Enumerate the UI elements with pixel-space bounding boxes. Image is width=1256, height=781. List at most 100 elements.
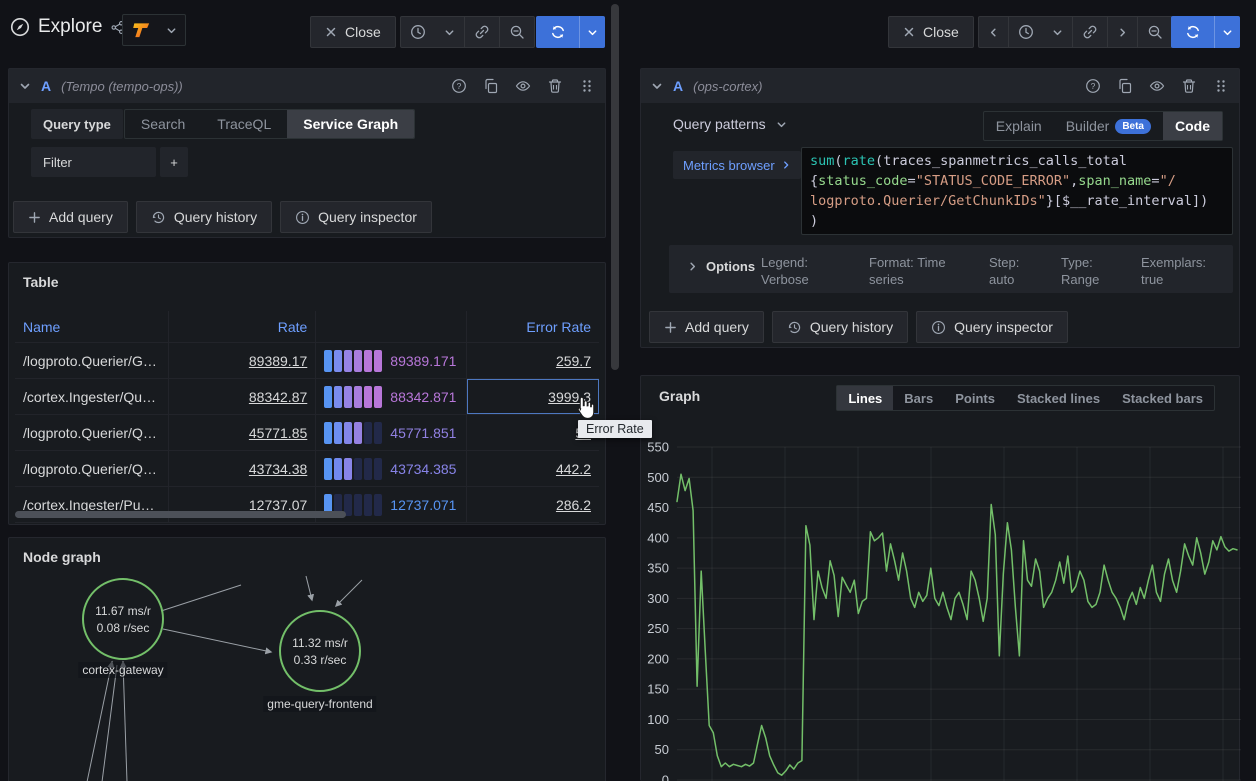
node-gme-query-frontend[interactable]: 11.32 ms/r 0.33 r/sec xyxy=(279,610,361,692)
duplicate-query-icon[interactable] xyxy=(1117,78,1133,94)
time-picker-button[interactable] xyxy=(401,17,435,47)
right-query-row-header: A (ops-cortex) xyxy=(641,69,1239,103)
table-header-row: Name Rate Error Rate xyxy=(15,311,599,343)
time-picker-dropdown[interactable] xyxy=(1043,17,1072,47)
add-filter-button[interactable]: + xyxy=(160,147,188,177)
error-rate-link[interactable]: 3999.3 xyxy=(548,389,591,405)
series-line xyxy=(677,474,1237,775)
node-cortex-gateway[interactable]: 11.67 ms/r 0.08 r/sec xyxy=(82,578,164,660)
code-token: sum xyxy=(810,153,834,169)
column-header-gauge[interactable] xyxy=(316,311,467,342)
column-header-rate[interactable]: Rate xyxy=(169,311,317,342)
refresh-icon[interactable] xyxy=(1171,16,1214,48)
node-graph-panel: Node graph 11.67 ms/r 0.08 r/sec cortex-… xyxy=(8,537,606,781)
drag-query-handle-icon[interactable] xyxy=(1213,78,1229,94)
collapse-query-icon[interactable] xyxy=(651,80,663,92)
time-picker-button[interactable] xyxy=(1009,17,1043,47)
query-type-service-graph[interactable]: Service Graph xyxy=(287,110,414,138)
query-type-traceql[interactable]: TraceQL xyxy=(201,110,287,138)
zoom-out-time-button[interactable] xyxy=(500,17,534,47)
run-interval-dropdown[interactable] xyxy=(579,16,605,48)
page-title: Explore xyxy=(38,16,102,38)
code-token: = xyxy=(908,173,916,189)
cell-name[interactable]: /logproto.Querier/Q… xyxy=(15,451,169,486)
query-patterns-dropdown[interactable]: Query patterns xyxy=(673,116,787,132)
drag-query-handle-icon[interactable] xyxy=(579,78,595,94)
code-token: ] xyxy=(1192,193,1200,209)
gauge-segment xyxy=(334,422,342,444)
column-header-name[interactable]: Name xyxy=(15,311,169,342)
right-query-editor-card: A (ops-cortex) Query patterns Explain Bu… xyxy=(640,68,1240,348)
query-ref-letter[interactable]: A xyxy=(41,78,51,94)
rate-link[interactable]: 43734.38 xyxy=(249,461,307,477)
datasource-picker[interactable] xyxy=(122,14,186,46)
tab-builder[interactable]: Builder Beta xyxy=(1054,112,1163,140)
table-row: /logproto.Querier/G…89389.1789389.171259… xyxy=(15,343,599,379)
close-split-right-button[interactable]: Close xyxy=(888,16,974,48)
query-history-button[interactable]: Query history xyxy=(136,201,272,233)
disable-query-icon[interactable] xyxy=(515,78,531,94)
time-picker-dropdown[interactable] xyxy=(435,17,464,47)
rate-link[interactable]: 45771.85 xyxy=(249,425,307,441)
query-help-icon[interactable] xyxy=(1085,78,1101,94)
y-axis-tick-label: 200 xyxy=(647,651,669,666)
time-series-chart[interactable]: 050100150200250300350400450500550 xyxy=(641,376,1241,781)
cell-name[interactable]: /cortex.Ingester/Qu… xyxy=(15,379,169,414)
tab-explain[interactable]: Explain xyxy=(984,112,1054,140)
error-rate-link[interactable]: 442.2 xyxy=(556,461,591,477)
table-panel-title: Table xyxy=(23,274,59,290)
promql-code-editor[interactable]: sum(rate(traces_spanmetrics_calls_total{… xyxy=(801,147,1233,235)
disable-query-icon[interactable] xyxy=(1149,78,1165,94)
copy-shortened-link-button[interactable] xyxy=(1073,17,1107,47)
gauge-segment xyxy=(364,458,372,480)
error-rate-link[interactable]: 286.2 xyxy=(556,497,591,513)
gauge-segment xyxy=(374,386,382,408)
remove-query-icon[interactable] xyxy=(547,78,563,94)
left-query-row-header: A (Tempo (tempo-ops)) xyxy=(9,69,605,103)
left-pane-scrollbar[interactable] xyxy=(611,4,619,370)
gauge-segment xyxy=(344,458,352,480)
close-split-left-button[interactable]: Close xyxy=(310,16,396,48)
shift-time-forward-button[interactable] xyxy=(1108,17,1137,47)
explore-compass-icon xyxy=(10,17,30,37)
query-ref-letter[interactable]: A xyxy=(673,78,683,94)
query-inspector-button[interactable]: Query inspector xyxy=(916,311,1068,343)
collapse-query-icon[interactable] xyxy=(19,80,31,92)
query-inspector-button[interactable]: Query inspector xyxy=(280,201,432,233)
rate-link[interactable]: 88342.87 xyxy=(249,389,307,405)
add-query-button[interactable]: Add query xyxy=(13,201,128,233)
query-history-button[interactable]: Query history xyxy=(772,311,908,343)
refresh-icon[interactable] xyxy=(536,16,579,48)
shift-time-back-button[interactable] xyxy=(979,17,1008,47)
gauge-segment xyxy=(344,386,352,408)
node-graph-edge xyxy=(336,580,362,606)
gauge-segment xyxy=(354,386,362,408)
add-query-button[interactable]: Add query xyxy=(649,311,764,343)
run-query-button-left[interactable] xyxy=(536,16,605,48)
gauge-segment xyxy=(324,422,332,444)
code-token: $__rate_interval xyxy=(1062,193,1192,209)
cell-name[interactable]: /logproto.Querier/G… xyxy=(15,343,169,378)
remove-query-icon[interactable] xyxy=(1181,78,1197,94)
tab-code[interactable]: Code xyxy=(1163,112,1222,140)
error-rate-link[interactable]: 259.7 xyxy=(556,353,591,369)
metrics-browser-button[interactable]: Metrics browser xyxy=(673,151,801,179)
info-icon xyxy=(931,320,946,335)
cell-name[interactable]: /logproto.Querier/Q… xyxy=(15,415,169,450)
options-toggle[interactable]: Options xyxy=(687,259,755,274)
copy-shortened-link-button[interactable] xyxy=(465,17,499,47)
zoom-out-time-button[interactable] xyxy=(1138,17,1172,47)
query-type-row: Query type Search TraceQL Service Graph xyxy=(31,109,415,139)
code-token: traces_spanmetrics_calls_total xyxy=(883,153,1127,169)
query-type-search[interactable]: Search xyxy=(125,110,201,138)
cell-error-rate: 286.2 xyxy=(467,487,599,522)
column-header-error-rate[interactable]: Error Rate xyxy=(467,311,599,342)
rate-link[interactable]: 89389.17 xyxy=(249,353,307,369)
run-interval-dropdown[interactable] xyxy=(1214,16,1240,48)
run-query-button-right[interactable] xyxy=(1171,16,1240,48)
query-help-icon[interactable] xyxy=(451,78,467,94)
duplicate-query-icon[interactable] xyxy=(483,78,499,94)
option-format: Format: Time series xyxy=(869,254,953,288)
table-horizontal-scrollbar[interactable] xyxy=(15,511,346,518)
y-axis-tick-label: 150 xyxy=(647,682,669,697)
